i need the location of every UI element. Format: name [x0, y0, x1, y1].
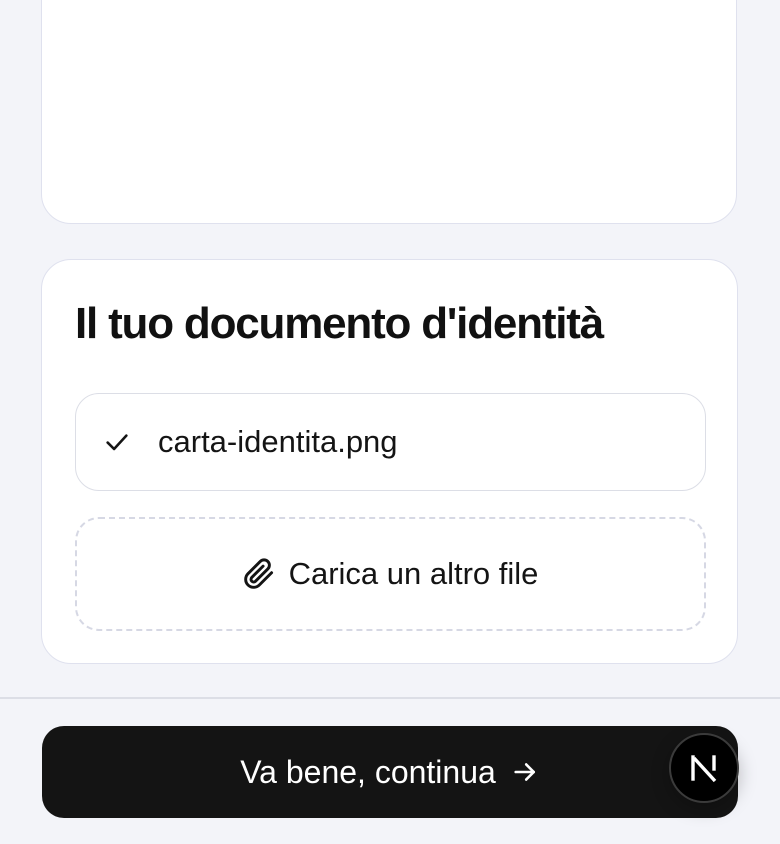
paperclip-icon — [243, 558, 275, 590]
arrow-right-icon — [510, 757, 540, 787]
file-name: carta-identita.png — [158, 424, 398, 459]
upload-label: Carica un altro file — [288, 556, 539, 591]
continue-button[interactable]: Va bene, continua — [42, 726, 738, 818]
previous-card — [41, 0, 737, 224]
check-icon — [103, 428, 131, 456]
nextjs-logo-icon[interactable] — [669, 733, 739, 803]
uploaded-file-item[interactable]: carta-identita.png — [75, 393, 706, 491]
continue-label: Va bene, continua — [240, 753, 496, 790]
identity-document-card: Il tuo documento d'identità carta-identi… — [41, 259, 738, 664]
upload-another-file-button[interactable]: Carica un altro file — [75, 517, 706, 631]
section-title: Il tuo documento d'identità — [75, 299, 604, 348]
